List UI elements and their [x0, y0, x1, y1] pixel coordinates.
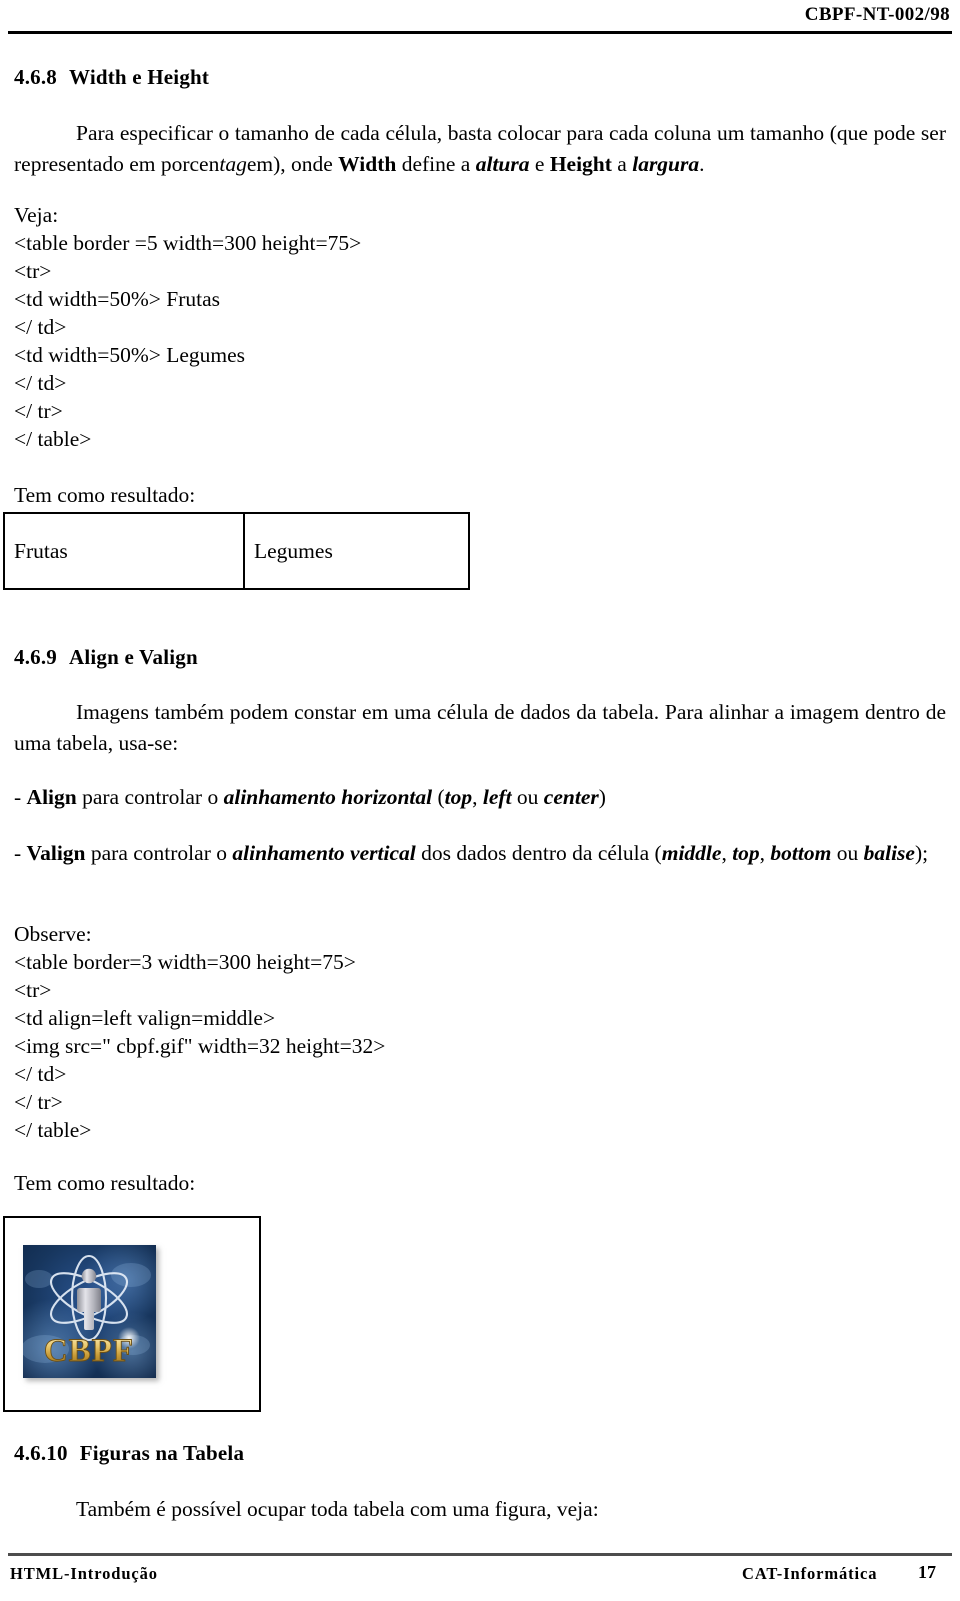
document-page: CBPF-NT-002/98 4.6.8 Width e Height Para … [0, 0, 960, 1601]
heading-4-6-9-number: 4.6.9 [14, 645, 57, 669]
bullet-valign-option-balise: balise [863, 841, 915, 865]
bullet-align: - Align para controlar o alinhamento hor… [14, 782, 946, 813]
para-text-c: define a [396, 152, 476, 176]
bullet-align-sep-1: , [472, 785, 483, 809]
footer-right-text: CAT-Informática [742, 1564, 878, 1583]
code-line-1: <table border =5 width=300 height=75> [14, 231, 362, 255]
bullet-align-dash: - [14, 785, 27, 809]
para-italic-tag: tag [219, 152, 247, 176]
result-figure-box: CBPF [3, 1216, 261, 1412]
code2-line-7: </ table> [14, 1118, 92, 1142]
heading-4-6-9: 4.6.9 Align e Valign [14, 645, 198, 670]
bullet-valign-sep-2: , [759, 841, 771, 865]
para-italic-largura: largura [632, 152, 700, 176]
header-rule [8, 31, 952, 34]
code-line-7: </ tr> [14, 399, 63, 423]
code-line-8: </ table> [14, 427, 92, 451]
cbpf-logo-image: CBPF [23, 1245, 156, 1378]
para-italic-altura: altura [475, 152, 530, 176]
document-header-code: CBPF-NT-002/98 [804, 4, 950, 25]
heading-4-6-10-number: 4.6.10 [14, 1441, 68, 1465]
para-text-b: em), onde [246, 152, 339, 176]
code-line-6: </ td> [14, 371, 67, 395]
bullet-valign-mid-2: dos dados dentro da célula ( [415, 841, 662, 865]
code2-line-1: <table border=3 width=300 height=75> [14, 950, 356, 974]
bullet-align-keyword: Align [26, 785, 77, 809]
bullet-align-option-center: center [543, 785, 599, 809]
code-line-2: <tr> [14, 259, 52, 283]
bullet-valign-close: ); [914, 841, 929, 865]
bullet-align-italic-phrase: alinhamento horizontal [223, 785, 433, 809]
code-line-5: <td width=50%> Legumes [14, 343, 246, 367]
result-table-1: Frutas Legumes [3, 512, 470, 590]
paragraph-4-6-9: Imagens também podem constar em uma célu… [14, 700, 946, 755]
paragraph-4-6-8: Para especificar o tamanho de cada célul… [14, 118, 946, 180]
bullet-valign-option-bottom: bottom [770, 841, 832, 865]
footer-left-text: HTML-Introdução [10, 1564, 158, 1583]
para-bold-width: Width [338, 152, 397, 176]
bullet-align-paren-open: ( [432, 785, 445, 809]
bullet-valign-option-top: top [732, 841, 760, 865]
heading-4-6-9-title: Align e Valign [69, 645, 198, 669]
bullet-align-ou: ou [511, 785, 544, 809]
bullet-valign-option-middle: middle [661, 841, 722, 865]
code2-line-6: </ tr> [14, 1090, 63, 1114]
footer-page-number: 17 [918, 1562, 936, 1582]
code-line-3: <td width=50%> Frutas [14, 287, 220, 311]
para-text-f: . [699, 152, 705, 176]
table-cell-legumes: Legumes [254, 538, 333, 563]
bullet-valign-dash: - [14, 841, 27, 865]
code-line-4: </ td> [14, 315, 67, 339]
result-label-2: Tem como resultado: [14, 1171, 196, 1195]
bullet-align-paren-close: ) [598, 785, 606, 809]
code2-line-2: <tr> [14, 978, 52, 1002]
result-label-1: Tem como resultado: [14, 483, 196, 507]
heading-4-6-8-title: Width e Height [69, 65, 210, 89]
bullet-valign-ou: ou [831, 841, 864, 865]
footer-rule [8, 1553, 952, 1556]
table-cell-frutas: Frutas [5, 514, 245, 588]
svg-text:CBPF: CBPF [44, 1333, 134, 1369]
bullet-valign: - Valign para controlar o alinhamento ve… [14, 838, 946, 869]
heading-4-6-8-number: 4.6.8 [14, 65, 57, 89]
bullet-valign-keyword: Valign [26, 841, 86, 865]
code2-line-3: <td align=left valign=middle> [14, 1006, 276, 1030]
para-text-e: a [611, 152, 633, 176]
heading-4-6-10-title: Figuras na Tabela [79, 1441, 245, 1465]
code2-line-4: <img src=" cbpf.gif" width=32 height=32> [14, 1034, 386, 1058]
bullet-valign-mid: para controlar o [85, 841, 233, 865]
observe-label: Observe: [14, 922, 92, 946]
veja-label: Veja: [14, 203, 59, 227]
para-bold-height: Height [549, 152, 612, 176]
bullet-valign-sep-1: , [721, 841, 733, 865]
bullet-valign-italic-phrase: alinhamento vertical [232, 841, 416, 865]
heading-4-6-10: 4.6.10 Figuras na Tabela [14, 1441, 244, 1466]
code2-line-5: </ td> [14, 1062, 67, 1086]
bullet-align-option-top: top [444, 785, 473, 809]
paragraph-4-6-10: Também é possível ocupar toda tabela com… [76, 1497, 599, 1521]
heading-4-6-8: 4.6.8 Width e Height [14, 65, 209, 90]
para-text-d: e [529, 152, 550, 176]
bullet-align-option-left: left [482, 785, 512, 809]
bullet-align-mid: para controlar o [76, 785, 224, 809]
